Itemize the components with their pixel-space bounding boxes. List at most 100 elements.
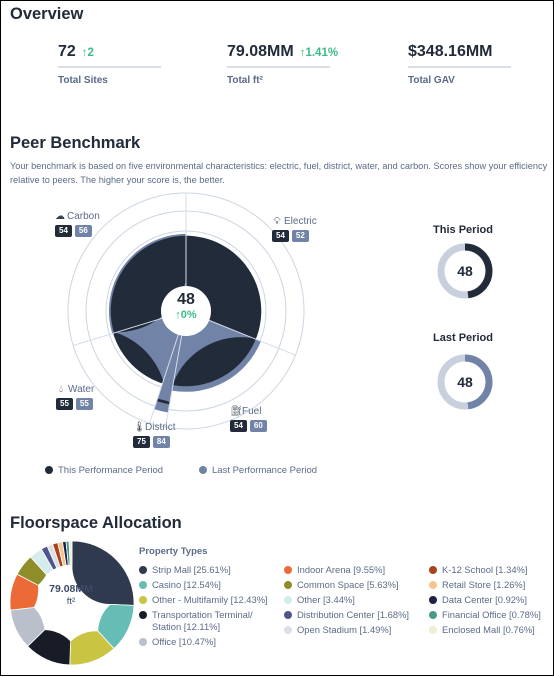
legend-this-period: This Performance Period (45, 465, 163, 476)
floorspace-center-value: 79.08MM (49, 583, 93, 595)
spoke (73, 317, 163, 346)
fuel-can-icon: ⛽︎ (230, 406, 243, 417)
legend-label: Strip Mall [25.61%] (152, 564, 231, 575)
legend-dot-this (45, 466, 53, 474)
axis-label-district: 🌡︎District 75 84 (133, 422, 176, 448)
legend-item-office: Office [10.47%] (139, 636, 269, 648)
electric-this-score: 54 (272, 230, 289, 242)
legend-label: Financial Office [0.78%] (442, 609, 541, 620)
carbon-last-score: 56 (74, 225, 92, 237)
legend-swatch (284, 596, 292, 604)
lightbulb-icon: 💡︎ (273, 216, 281, 227)
legend-label: Data Center [0.92%] (442, 594, 527, 605)
last-period-gauge: Last Period (421, 332, 505, 344)
legend-label: Other - Multifamily [12.43%] (152, 594, 268, 605)
kpi-total-ft2: 79.08MM ↑1.41% Total ft² (227, 43, 338, 86)
property-types-legend-column-2: Indoor Arena [9.55%] Common Space [5.63%]… (284, 564, 419, 639)
kpi-label: Total ft² (227, 75, 263, 86)
water-last-score: 55 (75, 398, 93, 410)
water-drop-icon: 💧︎ (59, 384, 63, 395)
wedge-this-outline-fuel (172, 337, 256, 387)
legend-swatch (429, 566, 437, 574)
legend-label: Common Space [5.63%] (297, 579, 399, 590)
cloud-icon: ☁ (55, 211, 65, 222)
legend-item-transportation-terminal-station: Transportation Terminal/ Station [12.11%… (139, 609, 269, 633)
floorspace-center: 79.08MM ft² (35, 583, 107, 608)
spoke (149, 334, 179, 424)
kpi-divider (58, 66, 161, 68)
legend-swatch (139, 638, 147, 646)
benchmark-description: Your benchmark is based on five environm… (10, 161, 548, 185)
legend-item-financial-office: Financial Office [0.78%] (429, 609, 554, 621)
legend-item-k-12-school: K-12 School [1.34%] (429, 564, 554, 576)
spoke (208, 319, 296, 356)
axis-label-electric: 💡︎ Electric 54 52 (272, 216, 317, 242)
fuel-this-score: 54 (230, 420, 247, 432)
electric-last-score: 52 (291, 230, 309, 242)
kpi-total-sites: 72 ↑2 Total Sites (58, 43, 161, 86)
benchmark-center-score: 48 (177, 291, 195, 308)
legend-swatch (139, 596, 147, 604)
benchmark-center-delta: ↑0% (175, 309, 197, 321)
legend-item-casino: Casino [12.54%] (139, 579, 269, 591)
wedge-this-outline-district (156, 398, 170, 405)
wedge-this-outline-water (113, 332, 164, 384)
kpi-divider (408, 66, 511, 68)
axis-label-carbon: ☁ Carbon 54 56 (55, 211, 100, 237)
legend-swatch (284, 626, 292, 634)
legend-swatch (429, 611, 437, 619)
legend-item-other-multifamily: Other - Multifamily [12.43%] (139, 594, 269, 606)
legend-label: K-12 School [1.34%] (442, 564, 528, 575)
kpi-delta: ↑1.41% (299, 47, 339, 59)
legend-dot-last (199, 466, 207, 474)
kpi-delta: ↑2 (81, 47, 94, 59)
benchmark-title: Peer Benchmark (10, 134, 141, 152)
legend-item-strip-mall: Strip Mall [25.61%] (139, 564, 269, 576)
carbon-this-score: 54 (55, 225, 72, 237)
legend-label: Other [3.44%] (297, 594, 355, 605)
legend-swatch (284, 566, 292, 574)
spoke (165, 335, 183, 428)
property-types-legend-column-1: Strip Mall [25.61%] Casino [12.54%] Other … (139, 564, 269, 651)
last-period-title: Last Period (433, 332, 493, 344)
last-period-score: 48 (457, 374, 473, 390)
kpi-value: $348.16MM (408, 43, 493, 60)
fuel-last-score: 60 (249, 420, 267, 432)
legend-label: Indoor Arena [9.55%] (297, 564, 386, 575)
this-period-score: 48 (457, 263, 473, 279)
legend-swatch (139, 581, 147, 589)
kpi-label: Total GAV (408, 75, 455, 86)
legend-swatch (429, 581, 437, 589)
legend-swatch (284, 611, 292, 619)
legend-label: Office [10.47%] (152, 636, 216, 647)
axis-label-water: 💧︎ Water 55 55 (56, 384, 94, 410)
legend-label: Distribution Center [1.68%] (297, 609, 410, 620)
legend-item-distribution-center: Distribution Center [1.68%] (284, 609, 419, 621)
this-period-title: This Period (433, 224, 493, 236)
legend-last-period: Last Performance Period (199, 465, 317, 476)
thermometer-icon: 🌡︎ (133, 422, 146, 433)
kpi-total-gav: $348.16MM Total GAV (408, 43, 511, 86)
overview-title: Overview (10, 5, 84, 23)
legend-label: Open Stadium [1.49%] (297, 624, 392, 635)
this-period-gauge: This Period (421, 224, 505, 236)
property-types-legend-column-3: K-12 School [1.34%] Retail Store [1.26%] D… (429, 564, 554, 639)
legend-swatch (429, 626, 437, 634)
district-last-score: 84 (152, 436, 170, 448)
legend-swatch (139, 611, 147, 619)
floorspace-title: Floorspace Allocation (10, 514, 182, 532)
legend-label: Casino [12.54%] (152, 579, 221, 590)
kpi-value: 72 (58, 43, 76, 60)
kpi-value: 79.08MM (227, 43, 294, 60)
legend-item-data-center: Data Center [0.92%] (429, 594, 554, 606)
axis-label-fuel: ⛽︎Fuel 54 60 (230, 406, 267, 432)
floorspace-center-unit: ft² (66, 596, 76, 607)
legend-item-open-stadium: Open Stadium [1.49%] (284, 624, 419, 636)
legend-label: Enclosed Mall [0.76%] (442, 624, 535, 635)
legend-swatch (139, 566, 147, 574)
wedge-last-district (154, 334, 182, 413)
legend-item-retail-store: Retail Store [1.26%] (429, 579, 554, 591)
legend-item-common-space: Common Space [5.63%] (284, 579, 419, 591)
legend-swatch (429, 596, 437, 604)
legend-item-enclosed-mall: Enclosed Mall [0.76%] (429, 624, 554, 636)
